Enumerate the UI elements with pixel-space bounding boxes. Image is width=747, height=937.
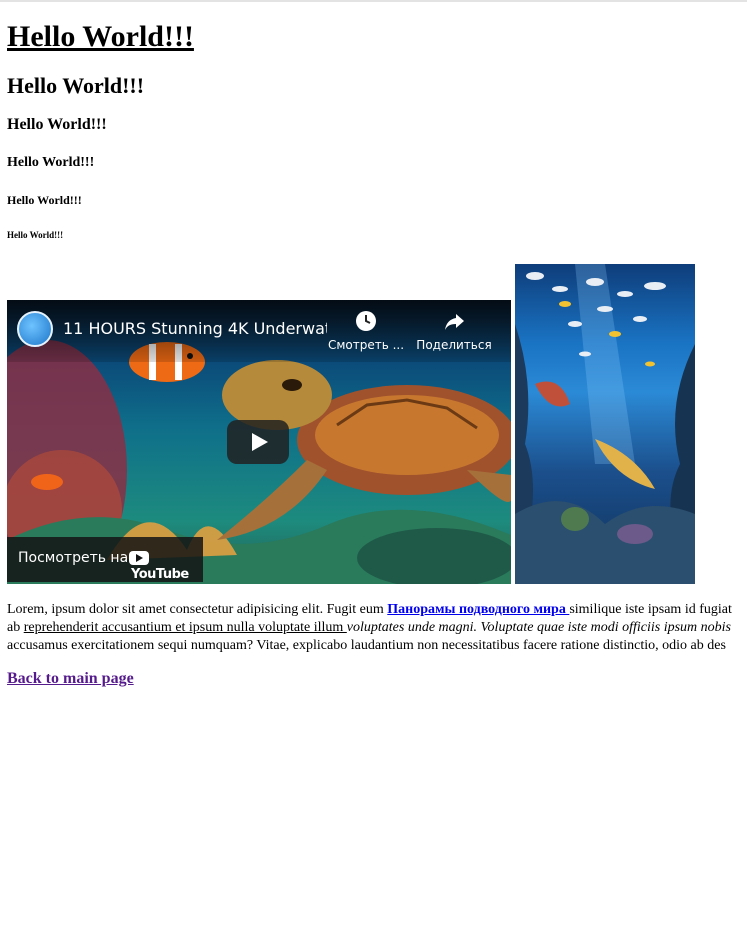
youtube-wordmark: YouTube <box>131 566 189 582</box>
top-border <box>0 0 747 2</box>
paragraph-line-3: accusamus exercitationem sequi numquam? … <box>7 638 726 653</box>
share-label: Поделиться <box>416 338 492 352</box>
watch-later-label: Смотреть ... <box>327 338 405 352</box>
paragraph-italic-text: voluptates unde magni. Voluptate quae is… <box>346 620 731 635</box>
heading-2: Hello World!!! <box>7 73 145 98</box>
underwater-panoramas-link[interactable]: Панорамы подводного мира <box>387 602 569 617</box>
back-to-main-page-link[interactable]: Back to main page <box>7 670 134 688</box>
heading-5: Hello World!!! <box>7 193 82 207</box>
clock-icon <box>356 311 376 331</box>
paragraph-text-2: similique iste ipsam id fugiat <box>569 602 732 617</box>
youtube-video-embed[interactable]: 11 HOURS Stunning 4K Underwate... Смотре… <box>7 300 511 584</box>
watch-on-youtube-button[interactable]: Посмотреть на YouTube <box>7 537 203 582</box>
heading-4: Hello World!!! <box>7 155 95 170</box>
underwater-reef-image <box>515 264 695 584</box>
watch-later-button[interactable]: Смотреть ... <box>321 310 411 352</box>
lorem-paragraph: Lorem, ipsum dolor sit amet consectetur … <box>7 601 747 655</box>
youtube-play-mark-icon <box>129 551 149 565</box>
heading-1: Hello World!!! <box>7 20 194 53</box>
share-arrow-icon <box>445 314 464 330</box>
paragraph-text-3: ab <box>7 620 24 635</box>
share-button[interactable]: Поделиться <box>409 310 499 352</box>
heading-6: Hello World!!! <box>7 230 64 240</box>
paragraph-text-1: Lorem, ipsum dolor sit amet consectetur … <box>7 602 388 617</box>
youtube-logo-icon: YouTube <box>129 550 203 582</box>
channel-avatar-icon[interactable] <box>17 311 53 347</box>
reef-image-scene <box>515 264 695 584</box>
watch-on-label: Посмотреть на <box>18 550 129 566</box>
paragraph-line-2: ab reprehenderit accusantium et ipsum nu… <box>7 619 747 637</box>
heading-3: Hello World!!! <box>7 116 107 133</box>
paragraph-line-1: Lorem, ipsum dolor sit amet consectetur … <box>7 601 747 619</box>
paragraph-underlined-text: reprehenderit accusantium et ipsum nulla… <box>23 620 347 635</box>
play-icon[interactable] <box>227 420 289 464</box>
video-title[interactable]: 11 HOURS Stunning 4K Underwate... <box>63 319 327 338</box>
